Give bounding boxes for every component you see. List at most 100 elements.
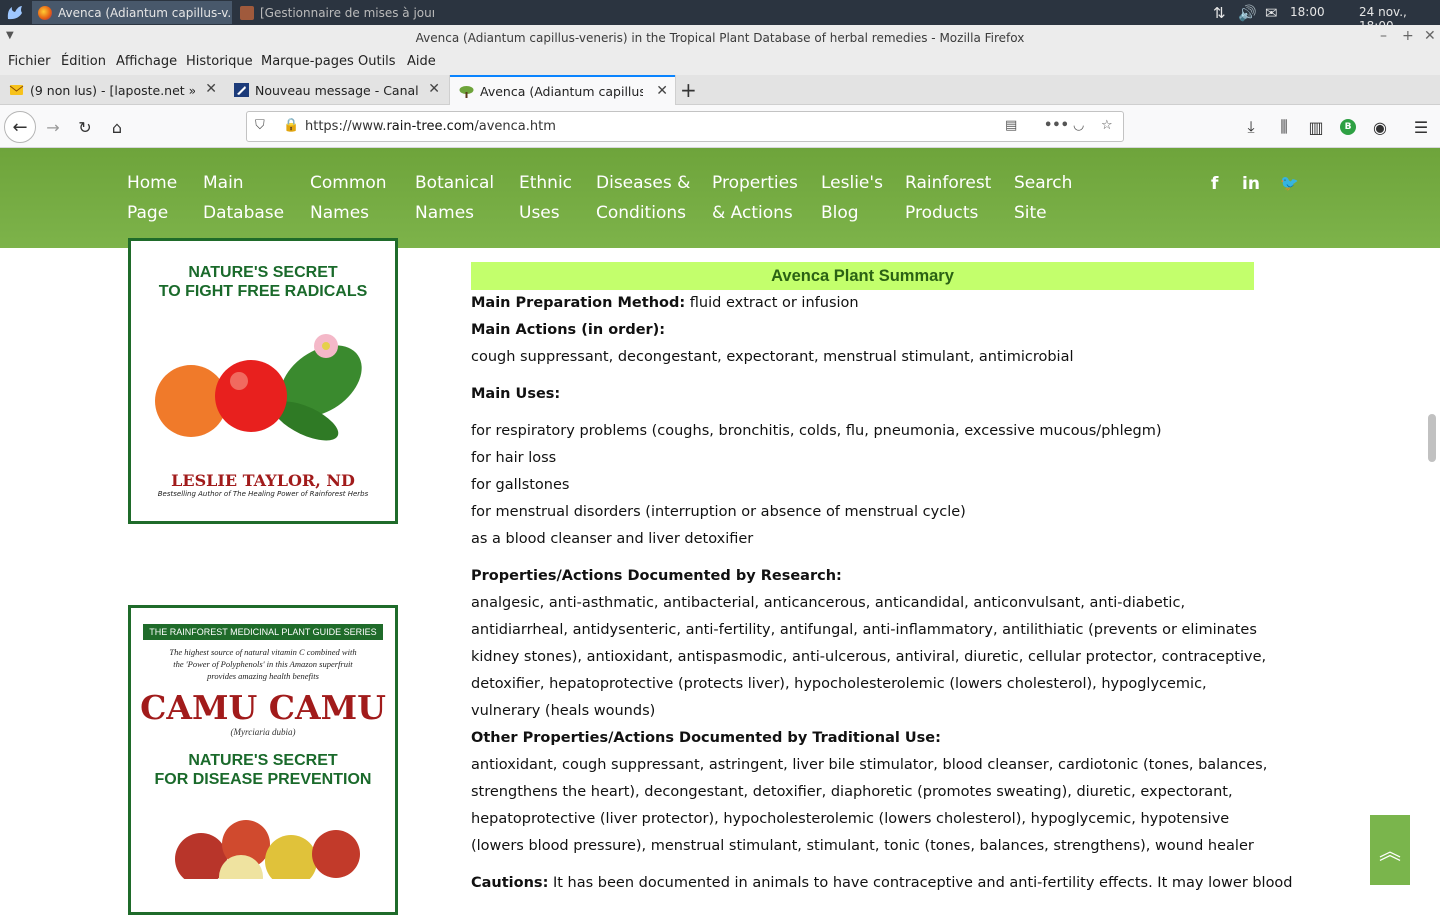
canalblog-favicon-icon [234,83,249,97]
start-menu-icon[interactable] [6,4,24,21]
volume-icon[interactable]: 🔊 [1238,0,1257,25]
extension-icon[interactable]: B [1335,114,1361,140]
tracking-shield-icon[interactable]: ⛉ [255,118,265,133]
main-uses-item: for menstrual disorders (interruption or… [471,504,966,520]
main-preparation-method: Main Preparation Method: fluid extract o… [471,295,859,311]
menu-outils[interactable]: Outils [358,54,396,69]
sidebar-icon[interactable]: ▥ [1303,114,1329,140]
main-uses-item: for gallstones [471,477,570,493]
close-window-icon[interactable]: ✕ [1424,28,1436,44]
home-icon[interactable]: ⌂ [104,114,130,140]
mail-favicon-icon [9,85,24,95]
window-titlebar: ▼ Avenca (Adiantum capillus-veneris) in … [0,25,1440,50]
book-ad-acerola[interactable]: NATURE'S SECRET TO FIGHT FREE RADICALS L… [128,238,398,524]
url-text[interactable]: https://www.rain-tree.com/avenca.htm [305,119,556,134]
book-subtitle-line2: TO FIGHT FREE RADICALS [158,283,368,300]
menu-affichage[interactable]: Affichage [116,54,177,69]
page-actions-icon[interactable]: ••• [1044,118,1069,133]
tab-canalblog[interactable]: Nouveau message - CanalBlo ✕ [225,75,447,105]
nav-home-page[interactable]: Home Page [127,168,177,228]
nav-search-site[interactable]: Search Site [1014,168,1072,228]
facebook-icon[interactable]: f [1211,174,1218,194]
double-chevron-up-icon: ︽ [1378,840,1401,865]
book-ad-camu-camu[interactable]: THE RAINFOREST MEDICINAL PLANT GUIDE SER… [128,605,398,915]
main-uses-item: for respiratory problems (coughs, bronch… [471,423,1162,439]
menu-aide[interactable]: Aide [407,54,436,69]
menu-edition[interactable]: Édition [61,54,106,69]
reader-view-icon[interactable]: ▤ [1005,118,1017,133]
book-latin-name: (Myrciaria dubia) [230,727,296,737]
nav-rainforest-products[interactable]: Rainforest Products [905,168,991,228]
main-actions-label: Main Actions (in order): [471,322,666,338]
book-subtitle-line1: NATURE'S SECRET [188,752,338,769]
menu-marque-pages[interactable]: Marque-pages [261,54,354,69]
main-uses-item: as a blood cleanser and liver detoxifier [471,531,754,547]
tab-close-icon[interactable]: ✕ [205,81,217,97]
book-author: LESLIE TAYLOR, ND [171,471,355,490]
navigation-toolbar: ← → ↻ ⌂ ⛉ 🔒 https://www.rain-tree.com/av… [0,105,1440,148]
mail-icon[interactable]: ✉ [1265,0,1278,25]
page-scrollbar-thumb[interactable] [1428,414,1436,462]
main-uses-item: for hair loss [471,450,557,466]
scroll-to-top-button[interactable]: ︽ [1370,815,1410,885]
tab-laposte[interactable]: (9 non lus) - [laposte.net »Ma ✕ [0,75,224,105]
forward-arrow-icon[interactable]: → [40,114,66,140]
window-title: Avenca (Adiantum capillus-veneris) in th… [415,31,1025,45]
downloads-icon[interactable]: ⤓ [1238,114,1264,140]
bookmark-star-icon[interactable]: ☆ [1101,118,1113,133]
update-manager-icon [240,6,254,20]
book-title: CAMU CAMU [140,688,386,727]
clock[interactable]: 18:00 [1290,5,1325,19]
hamburger-menu-icon[interactable]: ☰ [1408,114,1434,140]
maximize-icon[interactable]: + [1402,28,1414,44]
traditional-properties-value: antioxidant, cough suppressant, astringe… [471,757,1268,854]
menu-historique[interactable]: Historique [186,54,253,69]
account-icon[interactable]: ◉ [1367,114,1393,140]
acerola-fruit-image [155,334,362,441]
tab-close-icon[interactable]: ✕ [428,81,440,97]
twitter-icon[interactable]: 🐦 [1280,174,1299,192]
reload-icon[interactable]: ↻ [72,114,98,140]
site-header: Home Page Main Database Common Names Botani… [0,148,1440,248]
book-subtitle-line2: FOR DISEASE PREVENTION [154,771,372,788]
taskbar-item-update-manager[interactable]: [Gestionnaire de mises à jour] [234,1,434,24]
taskbar-item-firefox[interactable]: Avenca (Adiantum capillus-v... [32,1,232,24]
plant-summary: Avenca Plant Summary Main Preparation Me… [471,262,1293,897]
nav-ethnic-uses[interactable]: Ethnic Uses [519,168,572,228]
book-subtitle-line1: NATURE'S SECRET [188,264,338,281]
book-tagline: Bestselling Author of The Healing Power … [157,490,369,498]
main-uses-label: Main Uses: [471,386,561,402]
research-properties-value: analgesic, anti-asthmatic, antibacterial… [471,595,1267,719]
summary-heading: Avenca Plant Summary [471,262,1254,290]
traditional-properties-label: Other Properties/Actions Documented by T… [471,730,941,746]
network-icon[interactable]: ⇅ [1213,0,1226,25]
nav-main-database[interactable]: Main Database [203,168,284,228]
linkedin-icon[interactable]: in [1242,174,1260,194]
library-icon[interactable]: ⫼ [1271,114,1297,140]
research-properties-label: Properties/Actions Documented by Researc… [471,568,842,584]
tab-bar: (9 non lus) - [laposte.net »Ma ✕ Nouveau… [0,75,1440,105]
lock-icon[interactable]: 🔒 [283,118,299,133]
nav-leslies-blog[interactable]: Leslie's Blog [821,168,883,228]
cautions: Cautions: It has been documented in anim… [471,875,1293,891]
tab-avenca[interactable]: Avenca (Adiantum capillus-ve ✕ [450,75,675,105]
pocket-icon[interactable]: ◡ [1073,118,1084,133]
nav-common-names[interactable]: Common Names [310,168,387,228]
minimize-icon[interactable]: – [1380,28,1387,44]
tab-close-icon[interactable]: ✕ [656,83,668,99]
nav-botanical-names[interactable]: Botanical Names [415,168,494,228]
nav-diseases-conditions[interactable]: Diseases & Conditions [596,168,690,228]
new-tab-plus-icon[interactable]: + [680,78,697,102]
firefox-icon [38,6,52,20]
menu-bar: Fichier Édition Affichage Historique Mar… [0,50,1440,75]
main-actions-value: cough suppressant, decongestant, expecto… [471,349,1074,365]
menu-fichier[interactable]: Fichier [8,54,51,69]
os-taskbar: Avenca (Adiantum capillus-v... [Gestionn… [0,0,1440,33]
camu-camu-fruit-image [175,820,360,879]
url-bar[interactable]: ⛉ 🔒 https://www.rain-tree.com/avenca.htm… [246,111,1124,142]
book-series-banner: THE RAINFOREST MEDICINAL PLANT GUIDE SER… [143,624,383,640]
back-arrow-icon[interactable]: ← [4,111,36,143]
raintree-favicon-icon [459,86,474,98]
book-blurb: The highest source of natural vitamin C … [169,647,357,681]
nav-properties-actions[interactable]: Properties & Actions [712,168,798,228]
